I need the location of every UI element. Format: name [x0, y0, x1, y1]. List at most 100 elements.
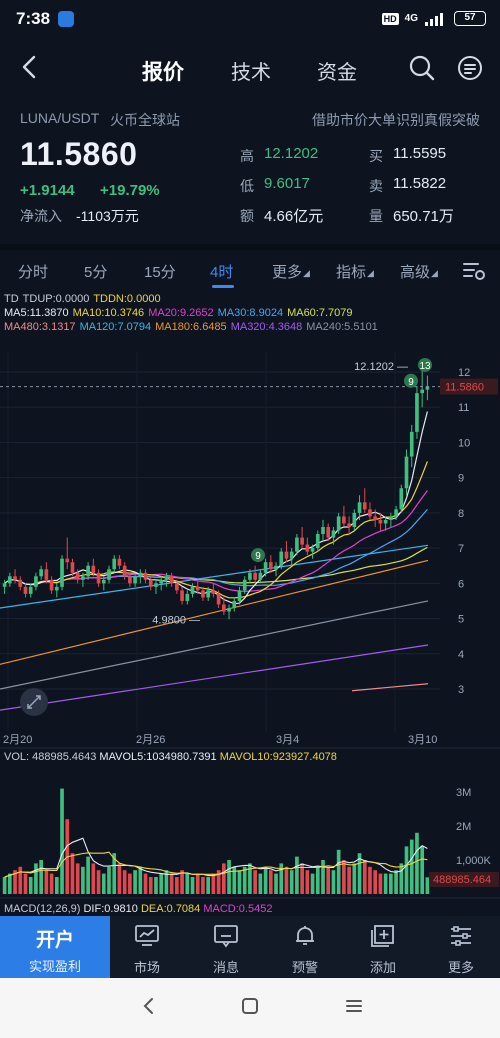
volume-bar — [368, 866, 372, 894]
tab-market[interactable]: 市场 — [117, 924, 177, 976]
legend-item: MA120:7.0794 — [79, 321, 152, 333]
candle-body — [18, 579, 23, 587]
candle — [227, 604, 231, 620]
volume-tick-label: 2M — [456, 821, 471, 833]
period-more[interactable]: 更多 — [272, 261, 302, 282]
candle-body — [258, 572, 263, 580]
candle-body — [399, 488, 404, 510]
period-selector: 分时 5分 15分 4时 更多 ◢ 指标 ◢ 高级 ◢ — [0, 250, 500, 290]
candle-body — [295, 537, 299, 552]
search-icon[interactable] — [408, 54, 436, 82]
volume-bar — [237, 870, 242, 894]
menu-circle-icon[interactable] — [456, 54, 484, 82]
macd-legend-item: DIF:0.9810 — [83, 903, 140, 915]
ma10-line — [9, 461, 428, 599]
candle — [112, 555, 117, 573]
period-5min[interactable]: 5分 — [84, 261, 107, 282]
volume-value: 650.71万 — [393, 208, 454, 225]
candle-body — [75, 572, 80, 580]
candle — [18, 576, 23, 591]
candle-body — [357, 502, 362, 513]
candle-body — [206, 590, 210, 598]
candle-body — [326, 526, 331, 538]
tab-alerts[interactable]: 预警 — [275, 924, 335, 976]
tab-add[interactable]: 添加 — [353, 924, 413, 976]
open-account-sub: 实现盈利 — [28, 959, 81, 974]
volume-bar — [222, 863, 226, 894]
kline-chart[interactable]: 121110987654311.586012.1202 —4.9800 —991… — [0, 292, 500, 916]
chart-settings-icon[interactable] — [462, 260, 486, 282]
tab-messages[interactable]: 消息 — [196, 924, 256, 976]
high-label: 高 — [240, 148, 254, 164]
system-nav-bar — [0, 978, 500, 1038]
volume-bar — [18, 866, 23, 894]
candle — [49, 576, 54, 594]
tab-funds[interactable]: 资金 — [317, 56, 357, 85]
open-account-button[interactable]: 开户 实现盈利 — [0, 916, 110, 978]
candle-body — [409, 431, 414, 457]
volume-bar — [211, 873, 216, 894]
candle — [180, 586, 184, 605]
price-tick-label: 12 — [458, 367, 470, 379]
current-price-label: 11.5860 — [445, 382, 484, 394]
volume-bar — [242, 866, 247, 894]
candle-body — [65, 558, 70, 563]
volume-legend-item: MAVOL10:923927.4078 — [220, 751, 337, 763]
bell-icon — [296, 926, 314, 945]
system-home-icon[interactable] — [240, 996, 260, 1016]
price-change-pct: +19.79% — [100, 182, 160, 199]
volume-bar — [415, 832, 419, 894]
trading-pair[interactable]: LUNA/USDT — [20, 110, 99, 126]
volume-bar — [268, 870, 273, 894]
volume-bar — [190, 877, 195, 894]
candle-body — [248, 572, 252, 580]
date-axis-label: 3月10 — [408, 734, 437, 746]
active-period-underline — [212, 285, 234, 288]
candle-body — [54, 586, 59, 591]
volume-bar — [383, 873, 388, 894]
candle-body — [373, 516, 378, 520]
candle-body — [378, 519, 383, 524]
macd-legend: MACD(12,26,9) DIF:0.9810 DEA:0.7084 MACD… — [4, 903, 272, 915]
volume-bar — [138, 866, 143, 894]
candle-body — [175, 583, 179, 591]
period-timeshare[interactable]: 分时 — [18, 261, 48, 282]
open-account-label: 开户 — [35, 930, 74, 951]
system-back-icon[interactable] — [140, 996, 158, 1016]
candle — [117, 555, 122, 570]
td-marker-label: 13 — [419, 361, 431, 372]
indicator-menu[interactable]: 指标 — [336, 261, 366, 282]
legend-item: MA5:11.3870 — [4, 307, 69, 319]
add-icon — [371, 925, 394, 947]
volume-bar — [399, 863, 404, 894]
candle — [331, 526, 336, 545]
tab-market-label: 市场 — [133, 960, 160, 975]
system-menu-icon[interactable] — [344, 996, 364, 1016]
more-settings-icon — [451, 926, 471, 946]
candle-body — [211, 590, 216, 594]
promo-banner[interactable]: 借助市价大单识别真假突破 — [312, 110, 480, 130]
volume-bar — [310, 873, 315, 894]
period-15min[interactable]: 15分 — [144, 261, 176, 282]
volume-bar — [91, 863, 96, 894]
candle — [347, 516, 351, 535]
candle-body — [169, 576, 174, 584]
volume-bar — [331, 870, 336, 894]
candle-body — [315, 534, 320, 549]
advanced-menu[interactable]: 高级 — [400, 261, 430, 282]
tab-technical[interactable]: 技术 — [231, 56, 271, 85]
candle — [342, 505, 346, 527]
volume-bar — [185, 873, 190, 894]
tab-quote[interactable]: 报价 — [142, 56, 184, 86]
tab-more[interactable]: 更多 — [431, 924, 491, 976]
period-4h[interactable]: 4时 — [210, 261, 233, 282]
candle — [284, 541, 289, 563]
back-arrow-icon[interactable] — [18, 54, 42, 80]
volume-bar — [404, 846, 409, 894]
candle — [399, 484, 404, 513]
candle-body — [138, 572, 143, 577]
price-tick-label: 3 — [458, 684, 464, 696]
chart-monitor-icon — [135, 925, 159, 946]
volume-legend-item: MAVOL5:1034980.7391 — [99, 751, 219, 763]
volume-bar — [305, 870, 310, 894]
